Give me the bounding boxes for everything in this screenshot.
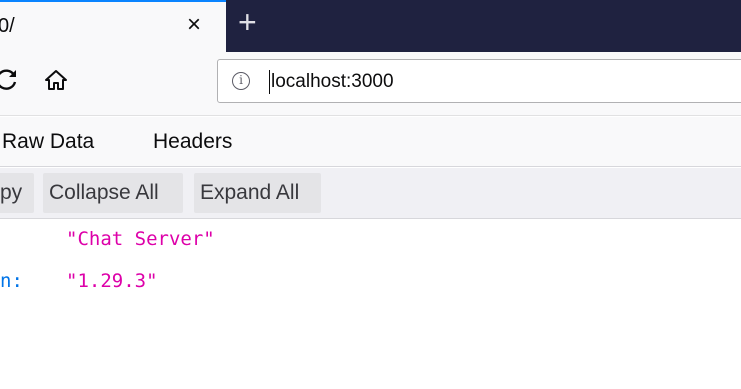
- text-caret: [269, 70, 270, 94]
- json-tree: "Chat Server" n: "1.29.3": [0, 220, 741, 389]
- tab-strip: 0/ × +: [0, 0, 741, 52]
- site-info-icon[interactable]: i: [232, 72, 250, 90]
- tab-raw-data[interactable]: Raw Data: [2, 130, 94, 154]
- reload-icon[interactable]: [0, 67, 20, 97]
- home-icon[interactable]: [44, 68, 68, 97]
- tab-headers[interactable]: Headers: [153, 130, 232, 154]
- url-text[interactable]: localhost:3000: [271, 71, 394, 93]
- navigation-toolbar: i localhost:3000: [0, 52, 741, 116]
- new-tab-icon[interactable]: +: [238, 6, 257, 38]
- close-tab-icon[interactable]: ×: [187, 13, 201, 37]
- json-toolbar: py Collapse All Expand All: [0, 168, 741, 219]
- json-key: n:: [0, 270, 23, 292]
- json-value: "Chat Server": [66, 228, 215, 250]
- tab-title: 0/: [0, 15, 15, 37]
- copy-button[interactable]: py: [0, 173, 34, 213]
- json-value: "1.29.3": [66, 270, 158, 292]
- url-bar[interactable]: i localhost:3000: [217, 59, 741, 103]
- json-viewer-tabs: Raw Data Headers: [0, 117, 741, 167]
- browser-tab-active[interactable]: 0/ ×: [0, 0, 226, 52]
- collapse-all-button[interactable]: Collapse All: [43, 173, 183, 213]
- expand-all-button[interactable]: Expand All: [194, 173, 321, 213]
